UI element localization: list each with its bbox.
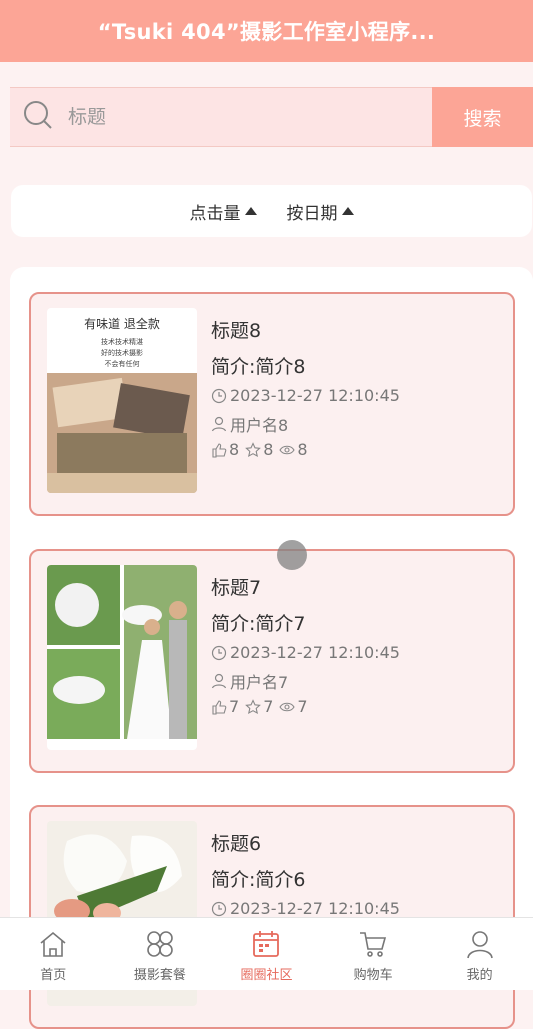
sort-by-date[interactable]: 按日期 <box>287 199 354 224</box>
tab-label: 摄影套餐 <box>133 968 186 983</box>
tab-cart[interactable]: 购物车 <box>320 918 427 990</box>
search-field[interactable] <box>10 87 432 147</box>
post-author: 用户名8 <box>211 412 288 436</box>
view-count: 8 <box>297 440 308 459</box>
tab-label: 首页 <box>40 968 67 983</box>
search-icon <box>22 99 54 135</box>
star-icon <box>245 441 262 457</box>
favorite-count: 8 <box>263 440 274 459</box>
post-title: 标题6 <box>211 833 262 855</box>
post-date: 2023-12-27 12:10:45 <box>211 386 400 405</box>
post-intro: 简介:简介8 <box>211 356 306 378</box>
search-bar: 搜索 <box>10 87 533 147</box>
post-list: 有味道 退全款 技术技术精湛 好的技术摄影 不会有任何 标题8 简介:简介8 2… <box>10 267 533 1029</box>
post-title: 标题8 <box>211 320 262 342</box>
page-title: “Tsuki 404”摄影工作室小程序... <box>97 20 436 44</box>
post-stats: 8 8 8 <box>211 440 308 459</box>
sort-by-clicks[interactable]: 点击量 <box>190 199 257 224</box>
tab-home[interactable]: 首页 <box>0 918 107 990</box>
thumb-text: 技术技术精湛 <box>101 337 143 346</box>
clock-icon <box>211 388 227 403</box>
post-thumbnail[interactable]: 有味道 退全款 技术技术精湛 好的技术摄影 不会有任何 <box>47 308 197 493</box>
user-icon <box>211 673 227 689</box>
post-intro: 简介:简介7 <box>211 613 306 635</box>
tab-label: 购物车 <box>353 968 393 983</box>
sort-bar: 点击量 按日期 <box>11 185 532 237</box>
app-header: “Tsuki 404”摄影工作室小程序... <box>0 0 533 62</box>
tab-profile[interactable]: 我的 <box>426 918 533 990</box>
view-count: 7 <box>297 697 308 716</box>
post-stats: 7 7 7 <box>211 697 308 716</box>
post-date: 2023-12-27 12:10:45 <box>211 643 400 662</box>
favorite-count: 7 <box>263 697 274 716</box>
bottom-tab-bar: 首页 摄影套餐 圈圈社区 购物车 我的 <box>0 917 533 990</box>
cart-icon <box>360 932 387 957</box>
post-card[interactable]: 标题7 简介:简介7 2023-12-27 12:10:45 用户名7 7 7 … <box>29 549 515 773</box>
sort-up-icon <box>244 207 257 215</box>
thumbs-up-icon <box>212 699 227 715</box>
eye-icon <box>279 445 296 454</box>
eye-icon <box>279 702 296 711</box>
thumbs-up-icon <box>212 442 227 458</box>
clover-icon <box>147 931 173 957</box>
sort-up-icon <box>341 207 354 215</box>
touch-indicator <box>277 540 307 570</box>
search-input[interactable] <box>66 105 370 129</box>
star-icon <box>245 698 262 714</box>
home-icon <box>40 931 66 957</box>
like-count: 8 <box>229 440 240 459</box>
thumb-text: 有味道 退全款 <box>84 316 160 331</box>
user-icon <box>211 416 227 432</box>
thumb-text: 好的技术摄影 <box>101 348 143 357</box>
clock-icon <box>211 645 227 660</box>
tab-community[interactable]: 圈圈社区 <box>213 918 320 990</box>
user-icon <box>466 931 493 959</box>
post-card[interactable]: 有味道 退全款 技术技术精湛 好的技术摄影 不会有任何 标题8 简介:简介8 2… <box>29 292 515 516</box>
thumb-text: 不会有任何 <box>105 359 140 368</box>
clock-icon <box>211 901 227 916</box>
sort-label: 点击量 <box>189 203 241 224</box>
post-date: 2023-12-27 12:10:45 <box>211 899 400 918</box>
post-thumbnail[interactable] <box>47 565 197 750</box>
post-author: 用户名7 <box>211 669 288 693</box>
tab-label: 我的 <box>466 968 493 983</box>
post-intro: 简介:简介6 <box>211 869 306 891</box>
sort-label: 按日期 <box>286 203 338 224</box>
tab-label: 圈圈社区 <box>240 968 293 983</box>
tab-photo-packages[interactable]: 摄影套餐 <box>107 918 214 990</box>
post-title: 标题7 <box>211 577 262 599</box>
calendar-icon <box>253 931 280 957</box>
like-count: 7 <box>229 697 240 716</box>
search-button[interactable]: 搜索 <box>432 87 533 147</box>
